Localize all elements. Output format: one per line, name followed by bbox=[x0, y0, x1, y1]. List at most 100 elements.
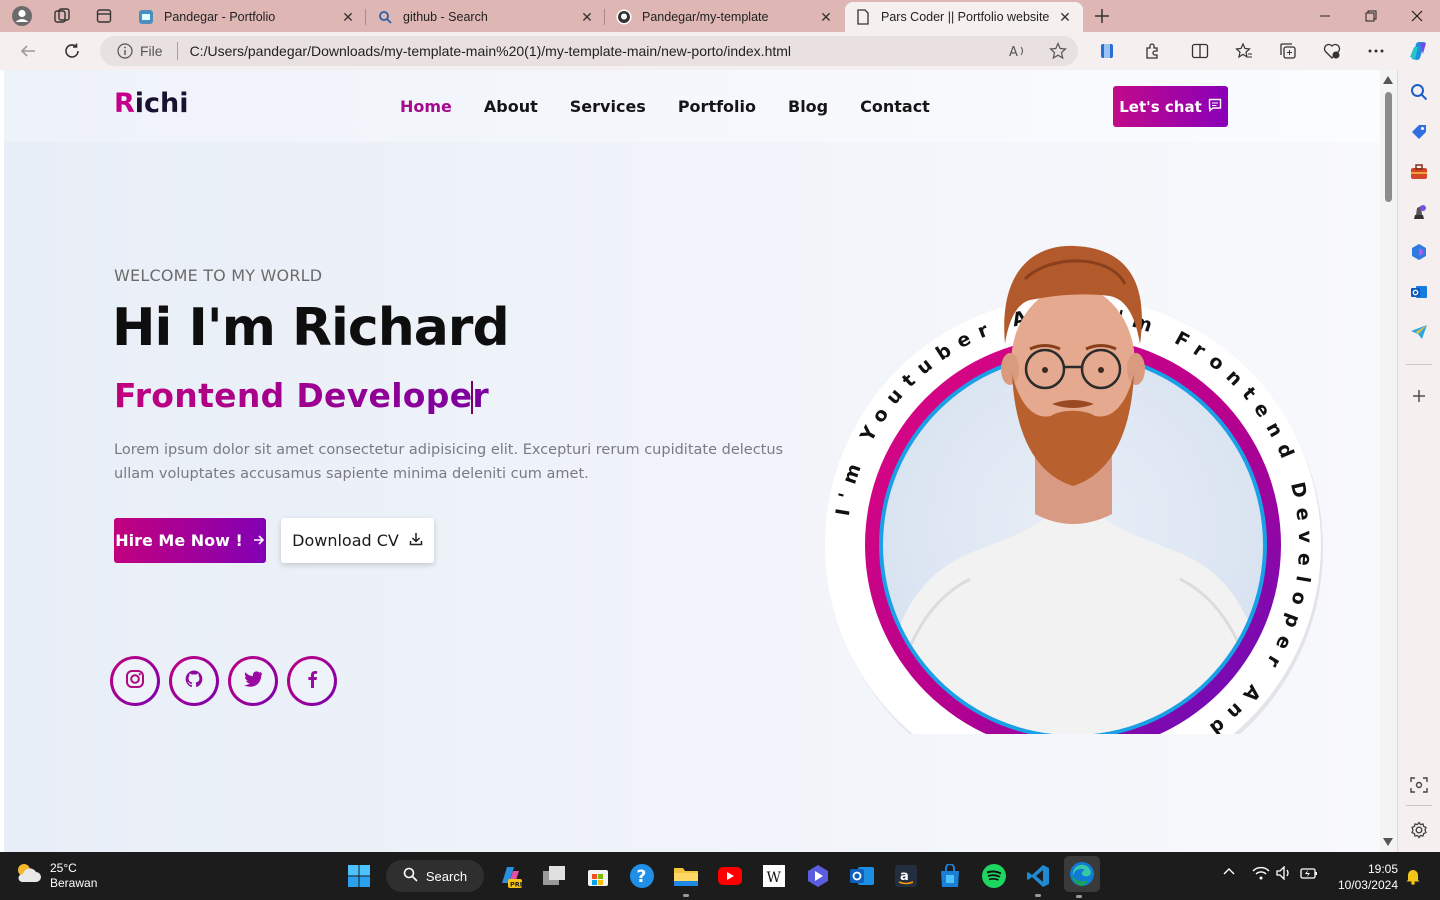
refresh-icon[interactable] bbox=[57, 36, 87, 66]
youtube-icon[interactable] bbox=[715, 861, 745, 891]
sidebar-outlook-icon[interactable] bbox=[1408, 281, 1430, 303]
github-link[interactable] bbox=[169, 656, 219, 706]
info-icon[interactable] bbox=[116, 42, 134, 60]
hero-role: Frontend Developer bbox=[114, 376, 489, 415]
wifi-icon[interactable] bbox=[1252, 866, 1270, 880]
spotify-icon[interactable] bbox=[979, 861, 1009, 891]
ms-store-bag-icon[interactable] bbox=[935, 861, 965, 891]
sidebar-m365-icon[interactable] bbox=[1408, 241, 1430, 263]
back-icon[interactable] bbox=[13, 36, 43, 66]
tab-title: github - Search bbox=[403, 10, 488, 24]
sidebar-add-icon[interactable] bbox=[1408, 385, 1430, 407]
vscode-icon[interactable] bbox=[1023, 861, 1053, 897]
nav-blog[interactable]: Blog bbox=[788, 97, 828, 116]
read-aloud-icon[interactable]: A bbox=[998, 43, 1038, 59]
nav-services[interactable]: Services bbox=[570, 97, 646, 116]
site-logo[interactable]: Richi bbox=[114, 88, 189, 119]
scroll-thumb[interactable] bbox=[1385, 92, 1392, 202]
facebook-link[interactable] bbox=[287, 656, 337, 706]
lets-chat-button[interactable]: Let's chat bbox=[1113, 86, 1228, 127]
weather-temp: 25°C bbox=[50, 860, 77, 875]
browser-tab-strip: Pandegar - Portfolio ✕ github - Search ✕… bbox=[0, 0, 1440, 32]
weather-condition: Berawan bbox=[50, 875, 98, 890]
taskbar-search-label: Search bbox=[425, 868, 468, 884]
close-tab-icon[interactable]: ✕ bbox=[1057, 9, 1073, 26]
favorite-star-icon[interactable] bbox=[1038, 42, 1078, 60]
tab-pandegar-portfolio[interactable]: Pandegar - Portfolio ✕ bbox=[128, 2, 366, 32]
download-icon bbox=[409, 531, 423, 550]
address-divider bbox=[176, 42, 178, 60]
hire-me-label: Hire Me Now ! bbox=[115, 531, 243, 550]
nav-about[interactable]: About bbox=[484, 97, 538, 116]
browser-essentials-icon[interactable] bbox=[1317, 36, 1347, 66]
edge-icon[interactable] bbox=[1064, 856, 1100, 898]
close-window-icon[interactable] bbox=[1394, 0, 1440, 32]
hero-description: Lorem ipsum dolor sit amet consectetur a… bbox=[114, 442, 784, 482]
new-tab-icon[interactable] bbox=[1087, 1, 1117, 31]
copilot-icon[interactable] bbox=[1403, 36, 1433, 66]
ms-store-icon[interactable] bbox=[583, 861, 613, 891]
close-tab-icon[interactable]: ✕ bbox=[579, 9, 595, 26]
weather-widget[interactable]: 25°C Berawan bbox=[14, 860, 97, 891]
favorites-icon[interactable] bbox=[1229, 36, 1259, 66]
tab-github-repo[interactable]: Pandegar/my-template ✕ bbox=[606, 2, 844, 32]
sidebar-search-icon[interactable] bbox=[1408, 81, 1430, 103]
file-explorer-icon[interactable] bbox=[671, 861, 701, 897]
sidebar-settings-icon[interactable] bbox=[1408, 819, 1430, 841]
page-scrollbar[interactable] bbox=[1380, 70, 1397, 852]
search-icon bbox=[403, 867, 418, 885]
restore-icon[interactable] bbox=[1348, 0, 1394, 32]
notifications-bell-icon[interactable] bbox=[1405, 867, 1421, 885]
minimize-icon[interactable] bbox=[1302, 0, 1348, 32]
twitter-link[interactable] bbox=[228, 656, 278, 706]
tab-active-portfolio[interactable]: Pars Coder || Portfolio website ✕ bbox=[845, 2, 1083, 32]
download-cv-button[interactable]: Download CV bbox=[281, 518, 434, 563]
hire-me-button[interactable]: Hire Me Now ! bbox=[114, 518, 266, 563]
typing-caret bbox=[471, 381, 473, 414]
svg-text:W: W bbox=[767, 870, 782, 886]
close-tab-icon[interactable]: ✕ bbox=[818, 9, 834, 26]
help-icon[interactable]: ? bbox=[627, 861, 657, 891]
collections-icon[interactable] bbox=[1273, 36, 1303, 66]
svg-text:?: ? bbox=[637, 867, 647, 887]
nav-portfolio[interactable]: Portfolio bbox=[678, 97, 756, 116]
github-icon bbox=[184, 669, 204, 694]
profile-icon[interactable] bbox=[7, 1, 37, 31]
outlook-icon[interactable] bbox=[847, 861, 877, 891]
twitter-icon bbox=[243, 670, 263, 693]
extensions-icon[interactable] bbox=[1137, 36, 1167, 66]
nav-contact[interactable]: Contact bbox=[860, 97, 930, 116]
tab-github-search[interactable]: github - Search ✕ bbox=[367, 2, 605, 32]
copilot-pre-icon[interactable]: PRE bbox=[495, 861, 525, 891]
windows-start-icon[interactable] bbox=[344, 861, 374, 891]
taskbar-search[interactable]: Search bbox=[386, 860, 484, 892]
sidebar-telegram-icon[interactable] bbox=[1408, 321, 1430, 343]
scroll-up-arrow[interactable] bbox=[1383, 76, 1393, 84]
sidebar-screenshot-icon[interactable] bbox=[1408, 774, 1430, 796]
scroll-down-arrow[interactable] bbox=[1383, 838, 1393, 846]
document-icon bbox=[855, 9, 871, 25]
volume-icon[interactable] bbox=[1276, 866, 1292, 880]
media-player-icon[interactable] bbox=[803, 861, 833, 891]
split-screen-icon[interactable] bbox=[1185, 36, 1215, 66]
close-tab-icon[interactable]: ✕ bbox=[340, 9, 356, 26]
sidebar-shopping-icon[interactable] bbox=[1408, 121, 1430, 143]
nav-home[interactable]: Home bbox=[400, 97, 452, 116]
tab-actions-icon[interactable] bbox=[89, 1, 119, 31]
task-view-icon[interactable] bbox=[539, 861, 569, 891]
wikipedia-icon[interactable]: W bbox=[759, 861, 789, 891]
sidebar-tools-icon[interactable] bbox=[1408, 161, 1430, 183]
instagram-link[interactable] bbox=[110, 656, 160, 706]
workspaces-icon[interactable] bbox=[47, 1, 77, 31]
battery-icon[interactable] bbox=[1300, 866, 1318, 880]
amazon-icon[interactable]: a bbox=[891, 861, 921, 891]
settings-more-icon[interactable] bbox=[1361, 36, 1391, 66]
windows-taskbar: 25°C Berawan Search PRE ? W a 19:05 10/0… bbox=[0, 852, 1440, 900]
site-header: Richi Home About Services Portfolio Blog… bbox=[4, 70, 1380, 142]
address-bar[interactable]: File C:/Users/pandegar/Downloads/my-temp… bbox=[100, 36, 1078, 66]
address-url[interactable]: C:/Users/pandegar/Downloads/my-template-… bbox=[190, 43, 998, 59]
collections-ext-icon[interactable] bbox=[1092, 36, 1122, 66]
sidebar-games-icon[interactable] bbox=[1408, 201, 1430, 223]
tray-overflow-icon[interactable] bbox=[1222, 866, 1236, 876]
taskbar-clock[interactable]: 19:05 10/03/2024 bbox=[1326, 861, 1398, 893]
